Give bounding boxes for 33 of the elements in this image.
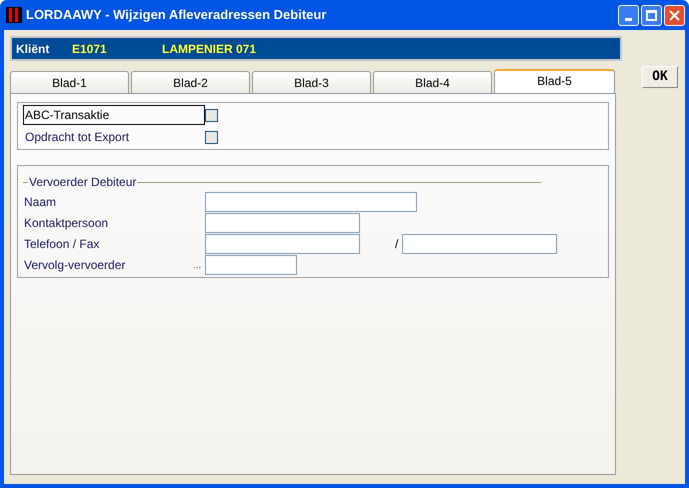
- field-label: Naam: [23, 194, 56, 211]
- minimize-icon: [625, 18, 632, 20]
- client-name: LAMPENIER 071: [162, 40, 256, 58]
- option-label: Opdracht tot Export: [24, 129, 130, 146]
- field-label: Telefoon / Fax: [23, 236, 100, 253]
- tab[interactable]: Blad-1: [10, 71, 129, 93]
- option-label: ABC-Transaktie: [23, 105, 205, 125]
- app-icon: [6, 7, 22, 23]
- checkbox[interactable]: [205, 130, 218, 144]
- ok-button[interactable]: OK: [642, 66, 678, 88]
- tab[interactable]: Blad-2: [131, 71, 250, 93]
- input-field[interactable]: [205, 234, 360, 254]
- maximize-icon: [646, 10, 657, 20]
- tab[interactable]: Blad-3: [252, 71, 371, 93]
- tab[interactable]: Blad-4: [373, 71, 492, 93]
- input-field[interactable]: [402, 234, 558, 254]
- lookup-dots: ...: [193, 258, 202, 272]
- input-field[interactable]: [205, 192, 417, 212]
- window-title: LORDAAWY - Wijzigen Afleveradressen Debiteur: [26, 6, 326, 24]
- checkbox[interactable]: [205, 108, 218, 122]
- input-field[interactable]: [205, 255, 297, 275]
- separator-text: /: [395, 236, 398, 253]
- field-label: Vervolg-vervoerder: [23, 257, 126, 274]
- field-label: Kontaktpersoon: [23, 215, 108, 232]
- maximize-button[interactable]: [641, 4, 662, 26]
- close-icon: [669, 10, 680, 20]
- input-field[interactable]: [205, 213, 360, 233]
- client-code: E1071: [72, 40, 108, 58]
- close-button[interactable]: [664, 4, 685, 26]
- client-label: Kliënt: [16, 40, 50, 58]
- tab[interactable]: Blad-5: [494, 69, 615, 93]
- group-legend: Vervoerder Debiteur: [28, 173, 138, 191]
- minimize-button[interactable]: [618, 4, 639, 26]
